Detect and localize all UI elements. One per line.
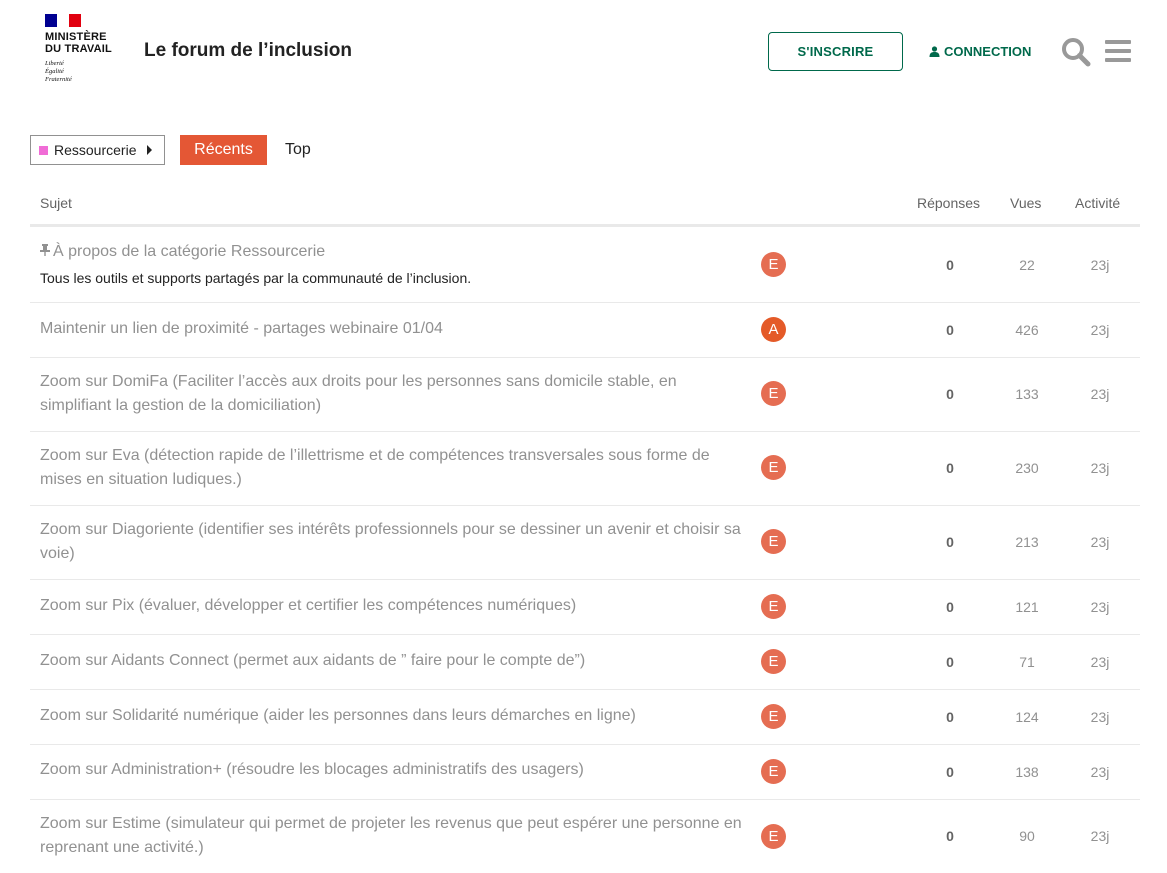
avatar[interactable]: E	[761, 381, 786, 406]
column-header-replies[interactable]: Réponses	[917, 195, 980, 211]
views-count: 124	[1015, 709, 1039, 725]
views-count: 133	[1015, 386, 1039, 402]
table-row[interactable]: Zoom sur Pix (évaluer, développer et cer…	[30, 580, 1140, 635]
site-header: MINISTÈRE DU TRAVAIL Liberté Égalité Fra…	[0, 0, 1167, 100]
views-count: 22	[1019, 257, 1035, 273]
replies-count: 0	[946, 828, 954, 844]
ministry-name-line-1: MINISTÈRE	[45, 31, 107, 43]
views-count: 90	[1019, 828, 1035, 844]
topic-title[interactable]: Zoom sur DomiFa (Faciliter l’accès aux d…	[40, 370, 750, 418]
views-count: 230	[1015, 460, 1039, 476]
column-header-activity[interactable]: Activité	[1075, 195, 1120, 211]
activity-date[interactable]: 23j	[1070, 709, 1130, 725]
table-row[interactable]: Zoom sur Administration+ (résoudre les b…	[30, 745, 1140, 800]
avatar[interactable]: E	[761, 824, 786, 849]
activity-date[interactable]: 23j	[1070, 654, 1130, 670]
ministry-name: MINISTÈRE DU TRAVAIL	[45, 31, 135, 55]
table-row[interactable]: Zoom sur DomiFa (Faciliter l’accès aux d…	[30, 358, 1140, 432]
avatar[interactable]: E	[761, 529, 786, 554]
site-title[interactable]: Le forum de l’inclusion	[144, 40, 352, 62]
replies-count: 0	[946, 599, 954, 615]
table-row[interactable]: Zoom sur Eva (détection rapide de l’ille…	[30, 432, 1140, 506]
replies-count: 0	[946, 322, 954, 338]
activity-date[interactable]: 23j	[1070, 386, 1130, 402]
avatar[interactable]: E	[761, 252, 786, 277]
topic-title[interactable]: Zoom sur Estime (simulateur qui permet d…	[40, 812, 750, 860]
topic-title[interactable]: Zoom sur Administration+ (résoudre les b…	[40, 758, 750, 782]
user-icon	[929, 46, 940, 57]
topic-title[interactable]: Zoom sur Diagoriente (identifier ses int…	[40, 518, 750, 566]
hamburger-menu-icon	[1105, 40, 1131, 62]
views-count: 213	[1015, 534, 1039, 550]
tab-recent[interactable]: Récents	[180, 135, 267, 165]
activity-date[interactable]: 23j	[1070, 828, 1130, 844]
topic-list-header: Sujet Réponses Vues Activité	[30, 185, 1140, 227]
category-color-badge	[39, 145, 48, 155]
topic-list: À propos de la catégorie Ressourcerie To…	[30, 227, 1140, 873]
views-count: 121	[1015, 599, 1039, 615]
french-flag-icon	[45, 14, 81, 27]
activity-date[interactable]: 23j	[1070, 764, 1130, 780]
topic-title[interactable]: Zoom sur Pix (évaluer, développer et cer…	[40, 594, 750, 618]
table-row[interactable]: À propos de la catégorie Ressourcerie To…	[30, 227, 1140, 303]
avatar[interactable]: E	[761, 704, 786, 729]
table-row[interactable]: Zoom sur Solidarité numérique (aider les…	[30, 690, 1140, 745]
category-label: Ressourcerie	[54, 142, 137, 158]
ministry-name-line-2: DU TRAVAIL	[45, 43, 112, 55]
ministry-logo[interactable]: MINISTÈRE DU TRAVAIL Liberté Égalité Fra…	[45, 14, 135, 90]
login-label: CONNECTION	[944, 44, 1032, 59]
avatar[interactable]: A	[761, 317, 786, 342]
motto-liberte: Liberté	[45, 60, 64, 67]
views-count: 138	[1015, 764, 1039, 780]
search-button[interactable]	[1061, 37, 1091, 67]
activity-date[interactable]: 23j	[1070, 460, 1130, 476]
flag-white-stripe	[57, 14, 69, 27]
flag-blue-stripe	[45, 14, 57, 27]
views-count: 426	[1015, 322, 1039, 338]
topic-title[interactable]: Zoom sur Eva (détection rapide de l’ille…	[40, 444, 750, 492]
column-header-views[interactable]: Vues	[1010, 195, 1041, 211]
avatar[interactable]: E	[761, 759, 786, 784]
replies-count: 0	[946, 534, 954, 550]
activity-date[interactable]: 23j	[1070, 322, 1130, 338]
column-header-subject[interactable]: Sujet	[40, 195, 72, 211]
replies-count: 0	[946, 709, 954, 725]
activity-date[interactable]: 23j	[1070, 257, 1130, 273]
avatar[interactable]: E	[761, 455, 786, 480]
views-count: 71	[1019, 654, 1035, 670]
topic-title[interactable]: Maintenir un lien de proximité - partage…	[40, 317, 750, 341]
topic-title[interactable]: Zoom sur Aidants Connect (permet aux aid…	[40, 649, 750, 673]
login-button[interactable]: CONNECTION	[929, 32, 1031, 71]
table-row[interactable]: Zoom sur Aidants Connect (permet aux aid…	[30, 635, 1140, 690]
search-icon	[1062, 38, 1091, 67]
hamburger-menu-button[interactable]	[1105, 38, 1131, 64]
table-row[interactable]: Zoom sur Diagoriente (identifier ses int…	[30, 506, 1140, 580]
republic-motto: Liberté Égalité Fraternité	[45, 60, 135, 84]
caret-right-icon	[147, 145, 153, 155]
topic-title: À propos de la catégorie Ressourcerie	[53, 243, 326, 260]
topic-title[interactable]: Zoom sur Solidarité numérique (aider les…	[40, 704, 750, 728]
replies-count: 0	[946, 654, 954, 670]
motto-egalite: Égalité	[45, 68, 64, 75]
replies-count: 0	[946, 386, 954, 402]
flag-red-stripe	[69, 14, 81, 27]
tab-top[interactable]: Top	[285, 135, 311, 165]
motto-fraternite: Fraternité	[45, 76, 72, 83]
table-row[interactable]: Zoom sur Estime (simulateur qui permet d…	[30, 800, 1140, 873]
avatar[interactable]: E	[761, 594, 786, 619]
signup-button[interactable]: S'INSCRIRE	[768, 32, 903, 71]
table-row[interactable]: Maintenir un lien de proximité - partage…	[30, 303, 1140, 358]
replies-count: 0	[946, 257, 954, 273]
activity-date[interactable]: 23j	[1070, 534, 1130, 550]
topic-excerpt: Tous les outils et supports partagés par…	[40, 270, 472, 286]
activity-date[interactable]: 23j	[1070, 599, 1130, 615]
pin-icon	[40, 240, 50, 264]
replies-count: 0	[946, 460, 954, 476]
avatar[interactable]: E	[761, 649, 786, 674]
replies-count: 0	[946, 764, 954, 780]
category-dropdown[interactable]: Ressourcerie	[30, 135, 165, 165]
topic-title-link[interactable]: À propos de la catégorie Ressourcerie	[40, 240, 750, 264]
